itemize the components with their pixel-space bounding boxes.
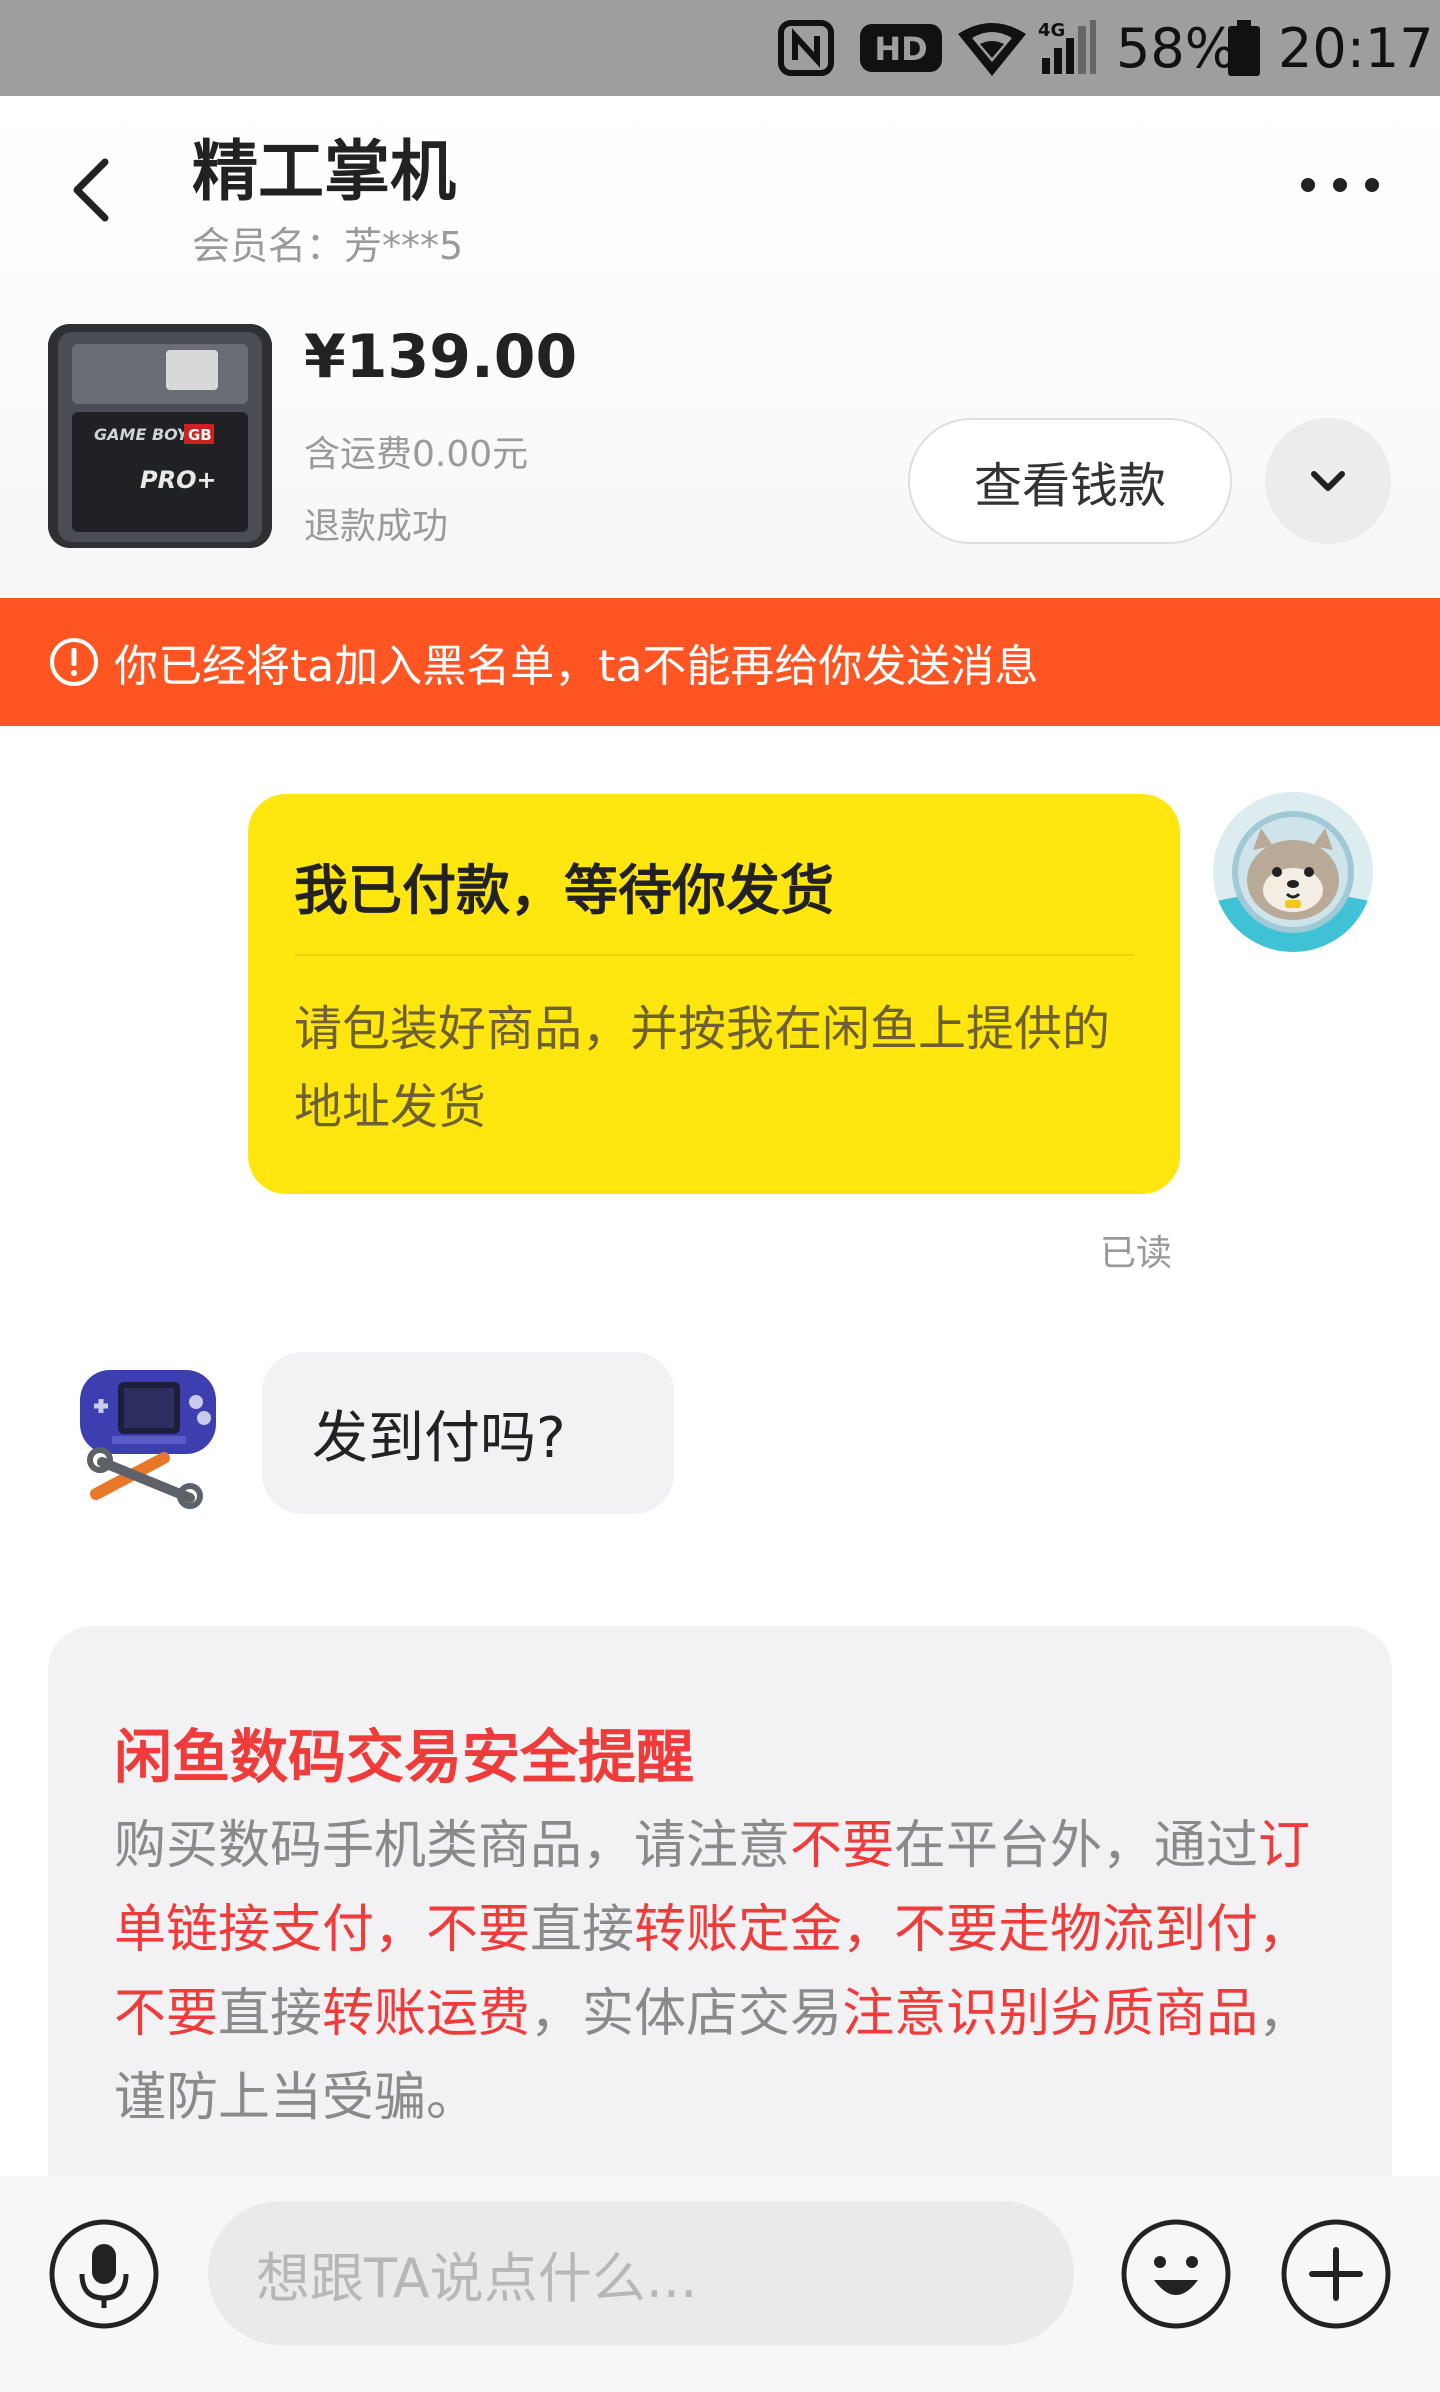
expand-button[interactable] <box>1265 418 1391 544</box>
page-title: 精工掌机 <box>192 133 456 210</box>
incoming-message-text: 发到付吗? <box>312 1405 566 1471</box>
more-options-icon[interactable] <box>1290 160 1390 210</box>
wifi-icon <box>956 0 1028 96</box>
notice-segment: 直接 <box>218 1984 323 2044</box>
nfc-icon <box>778 0 834 96</box>
blacklist-text: 你已经将ta加入黑名单，ta不能再给你发送消息 <box>114 641 1039 692</box>
clock: 20:17 <box>1278 16 1434 80</box>
hd-icon: HD <box>858 0 944 96</box>
chevron-down-icon <box>1311 471 1345 491</box>
network-label: 4G <box>1038 20 1065 41</box>
plus-icon <box>1281 2219 1391 2329</box>
view-payment-label: 查看钱款 <box>973 458 1166 514</box>
warning-icon <box>50 638 98 686</box>
card-body: 请包装好商品，并按我在闲鱼上提供的地址发货 <box>294 1001 1111 1135</box>
shipping-fee: 含运费0.00元 <box>304 434 529 475</box>
message-placeholder: 想跟TA说点什么... <box>256 2246 698 2310</box>
emoji-icon <box>1121 2219 1231 2329</box>
blacklist-banner: 你已经将ta加入黑名单，ta不能再给你发送消息 <box>0 598 1440 726</box>
voice-input-button[interactable] <box>48 2218 160 2330</box>
svg-text:GAME BOY: GAME BOY <box>94 425 190 444</box>
card-title: 我已付款，等待你发货 <box>294 859 834 922</box>
notice-segment-warning: 注意识别劣质商品 <box>842 1984 1259 2044</box>
notice-segment-warning: 转账运费 <box>322 1984 531 2044</box>
battery-percent: 58% <box>1116 16 1237 80</box>
my-avatar[interactable] <box>1213 792 1373 952</box>
notice-segment: 直接 <box>530 1900 635 1960</box>
payment-message-card[interactable]: 我已付款，等待你发货 请包装好商品，并按我在闲鱼上提供的地址发货 <box>248 794 1180 1194</box>
view-payment-button[interactable]: 查看钱款 <box>908 418 1232 544</box>
notice-segment: ，实体店交易 <box>530 1984 843 2044</box>
message-input[interactable]: 想跟TA说点什么... <box>208 2201 1074 2345</box>
seller-avatar[interactable] <box>72 1362 230 1510</box>
more-actions-button[interactable] <box>1280 2218 1392 2330</box>
signal-icon: 4G <box>1036 0 1098 96</box>
microphone-icon <box>49 2219 159 2329</box>
back-arrow-icon[interactable] <box>55 150 135 230</box>
notice-body: 购买数码手机类商品，请注意不要在平台外，通过订单链接支付，不要直接转账定金，不要… <box>114 1804 1334 2140</box>
card-divider <box>294 954 1134 956</box>
notice-title: 闲鱼数码交易安全提醒 <box>114 1723 695 1791</box>
notice-segment: 购买数码手机类商品，请注意 <box>114 1816 791 1876</box>
member-name: 会员名：芳***5 <box>192 224 464 268</box>
svg-text:HD: HD <box>874 30 927 68</box>
read-receipt: 已读 <box>1100 1233 1173 1274</box>
battery-icon <box>1226 0 1262 96</box>
notice-segment-warning: 不要 <box>790 1816 895 1876</box>
emoji-button[interactable] <box>1120 2218 1232 2330</box>
notice-segment: 在平台外，通过 <box>894 1816 1259 1876</box>
incoming-message-bubble[interactable]: 发到付吗? <box>262 1352 674 1514</box>
svg-text:GB: GB <box>188 426 212 444</box>
svg-text:PRO+: PRO+ <box>140 466 217 494</box>
status-bar: HD 4G 58% 20:17 <box>0 0 1440 96</box>
item-thumbnail[interactable]: GAME BOY GB PRO+ <box>48 324 272 548</box>
order-status: 退款成功 <box>304 506 449 547</box>
item-price: ¥139.00 <box>304 322 578 392</box>
